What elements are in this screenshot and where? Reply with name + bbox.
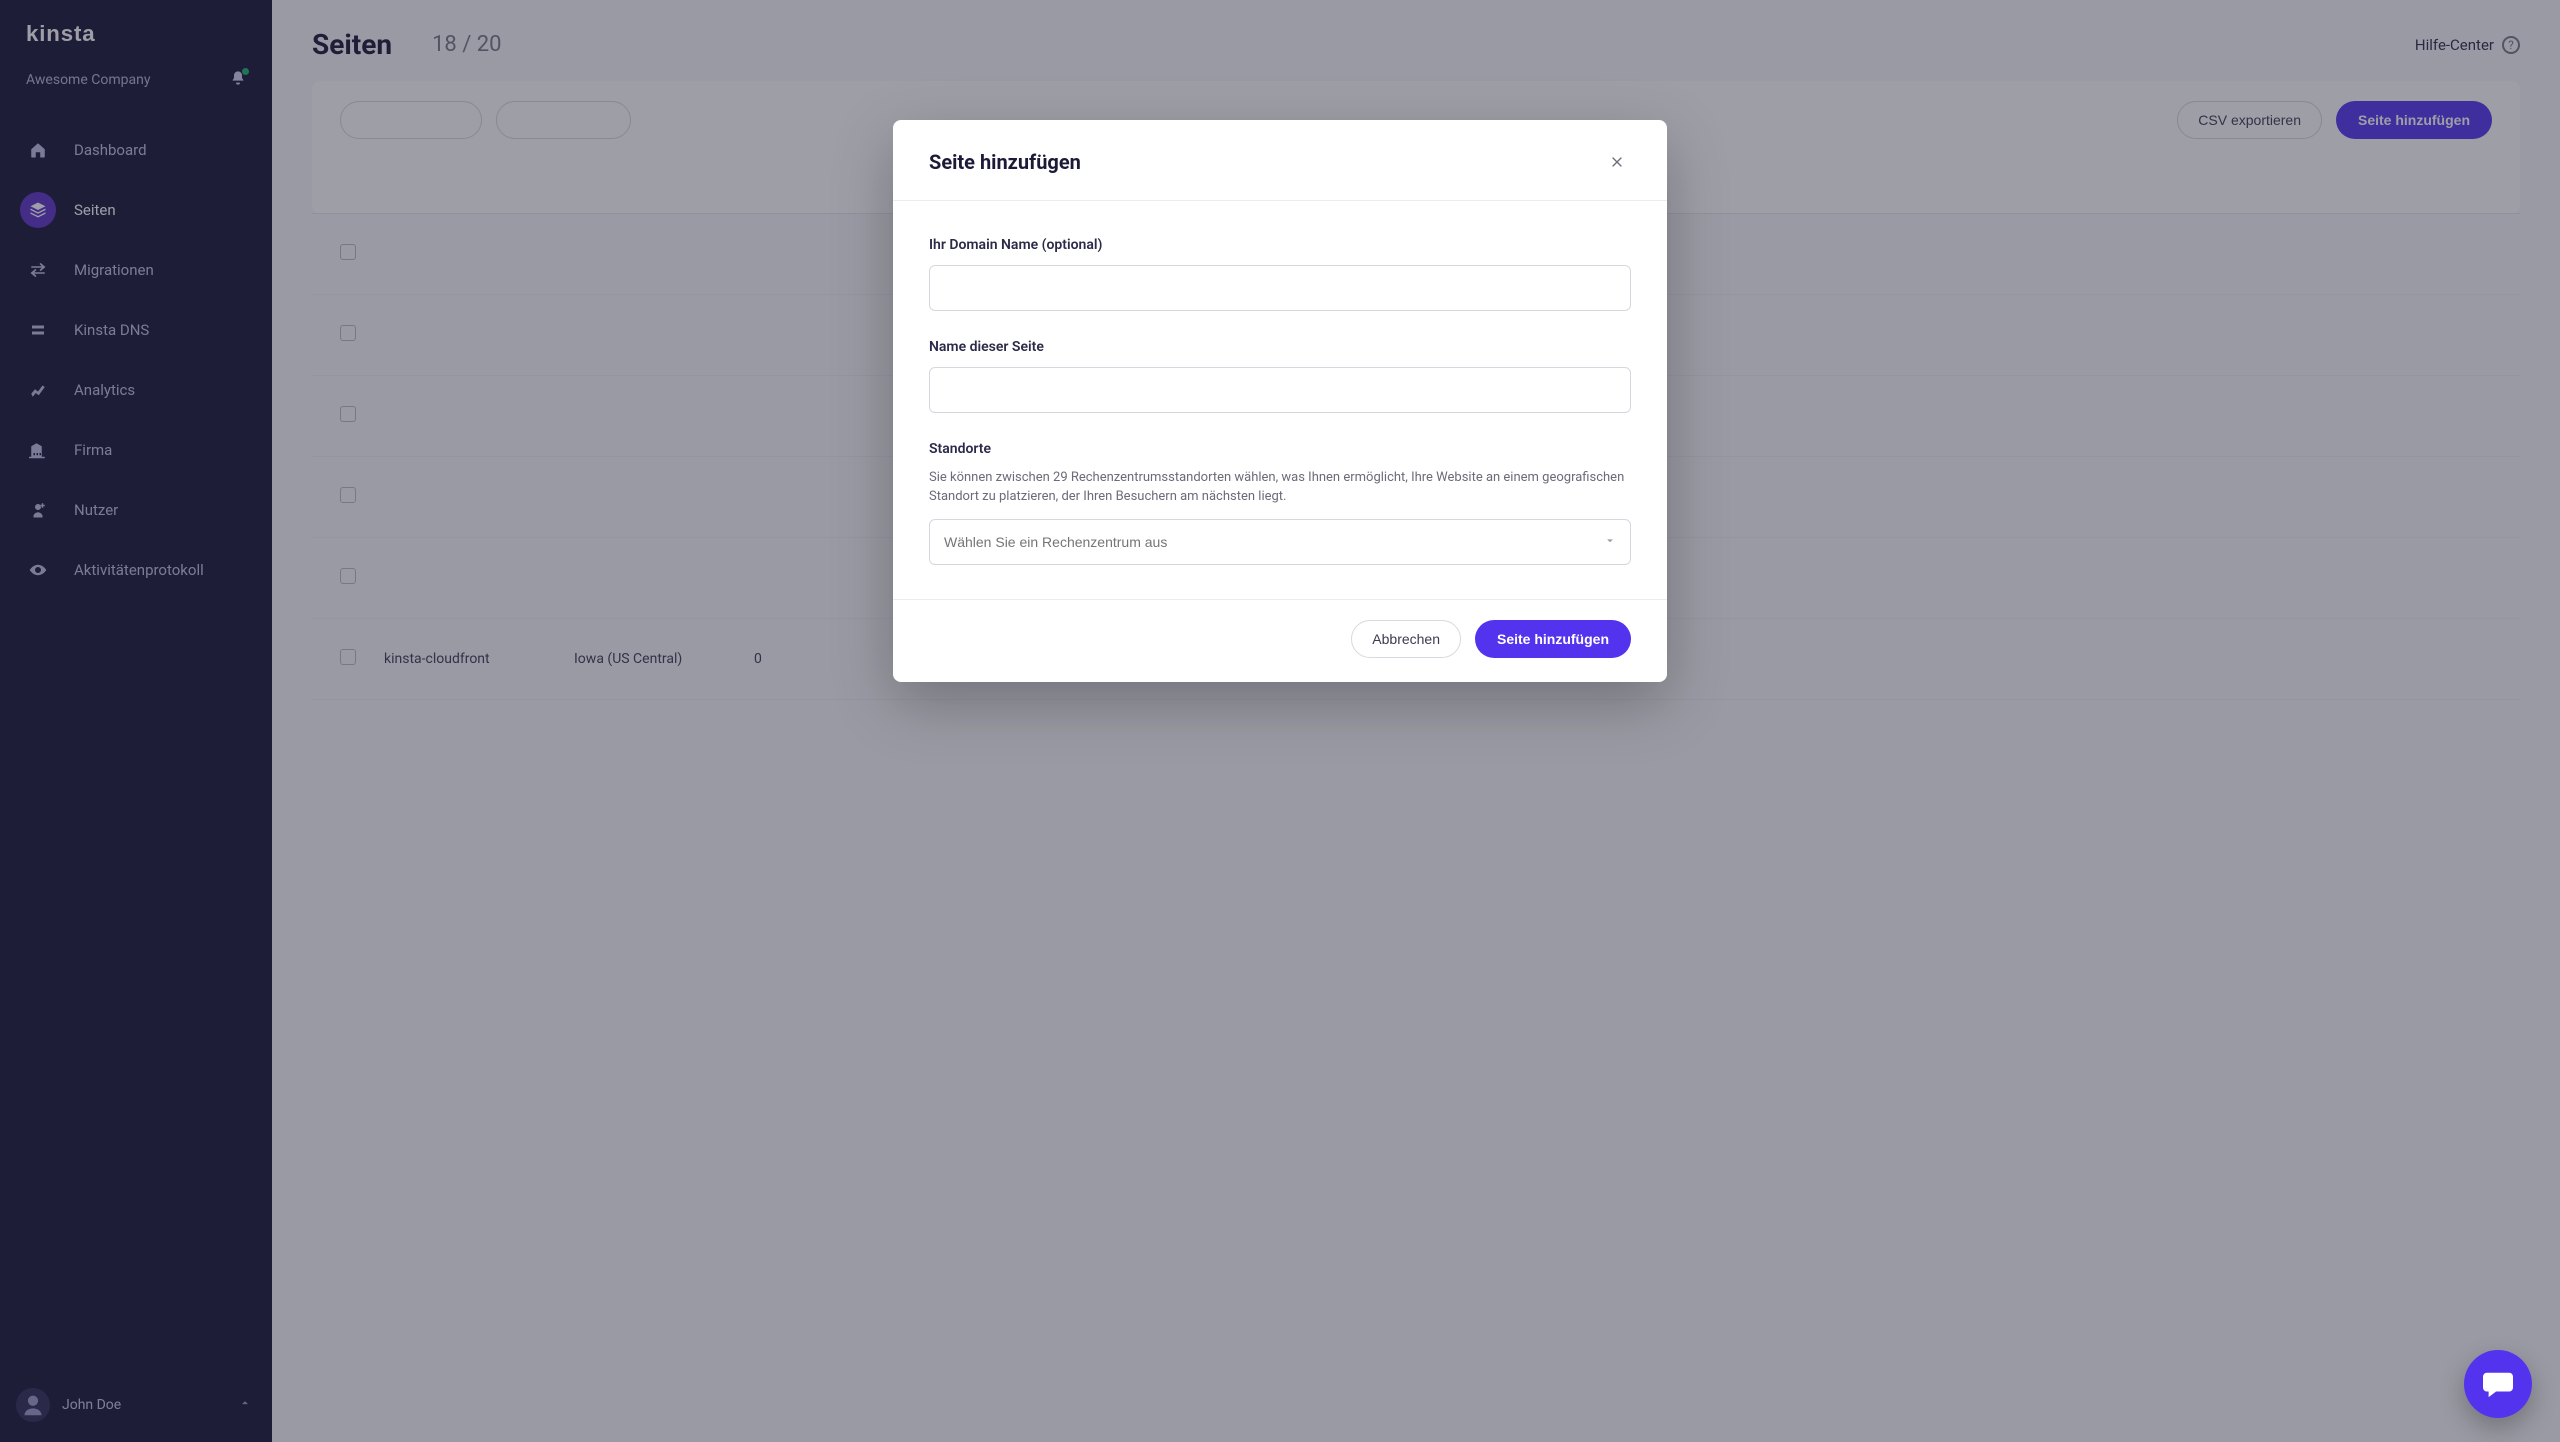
datacenter-select[interactable] (929, 519, 1631, 565)
location-label: Standorte (929, 441, 1631, 457)
location-hint: Sie können zwischen 29 Rechenzentrumssta… (929, 469, 1631, 507)
submit-add-site-button[interactable]: Seite hinzufügen (1475, 620, 1631, 658)
modal-overlay: Seite hinzufügen Ihr Domain Name (option… (0, 0, 2560, 1442)
cancel-button[interactable]: Abbrechen (1351, 620, 1461, 658)
site-name-input[interactable] (929, 367, 1631, 413)
site-name-label: Name dieser Seite (929, 339, 1631, 355)
modal-title: Seite hinzufügen (929, 150, 1081, 174)
add-site-modal: Seite hinzufügen Ihr Domain Name (option… (893, 120, 1667, 682)
domain-input[interactable] (929, 265, 1631, 311)
chat-icon (2483, 1370, 2513, 1398)
domain-label: Ihr Domain Name (optional) (929, 237, 1631, 253)
chat-launcher[interactable] (2464, 1350, 2532, 1418)
close-icon (1609, 154, 1625, 170)
modal-close-button[interactable] (1603, 148, 1631, 176)
